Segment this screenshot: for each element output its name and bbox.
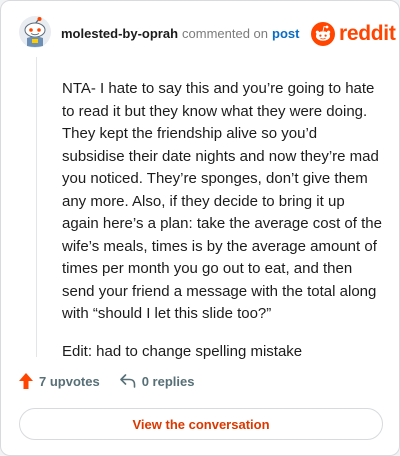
reddit-logo-icon bbox=[311, 22, 335, 46]
upvote-arrow-icon bbox=[19, 373, 33, 389]
comment-body: NTA- I hate to say this and you’re going… bbox=[62, 78, 382, 363]
reddit-wordmark: reddit bbox=[339, 22, 396, 45]
upvotes-count: 7 upvotes bbox=[39, 373, 100, 389]
comment-header: molested-by-oprah commented on post bbox=[61, 26, 299, 42]
upvotes-item[interactable]: 7 upvotes bbox=[19, 373, 100, 389]
reply-arrow-icon bbox=[119, 374, 135, 388]
snoo-avatar-icon[interactable] bbox=[19, 16, 51, 48]
post-link[interactable]: post bbox=[272, 26, 299, 41]
replies-item[interactable]: 0 replies bbox=[119, 373, 195, 389]
thread-line bbox=[36, 57, 37, 357]
comment-paragraph: Edit: had to change spelling mistake bbox=[62, 342, 303, 360]
reddit-logo[interactable]: reddit bbox=[311, 22, 396, 46]
comment-footer: 7 upvotes 0 replies bbox=[19, 373, 194, 389]
view-conversation-button[interactable]: View the conversation bbox=[19, 408, 383, 440]
commented-on-text: commented on bbox=[182, 26, 269, 41]
comment-embed-card: molested-by-oprah commented on post reddit… bbox=[0, 0, 400, 456]
username-link[interactable]: molested-by-oprah bbox=[61, 26, 178, 41]
replies-count: 0 replies bbox=[141, 373, 195, 389]
comment-paragraph: NTA- I hate to say this and you’re going… bbox=[62, 80, 382, 322]
